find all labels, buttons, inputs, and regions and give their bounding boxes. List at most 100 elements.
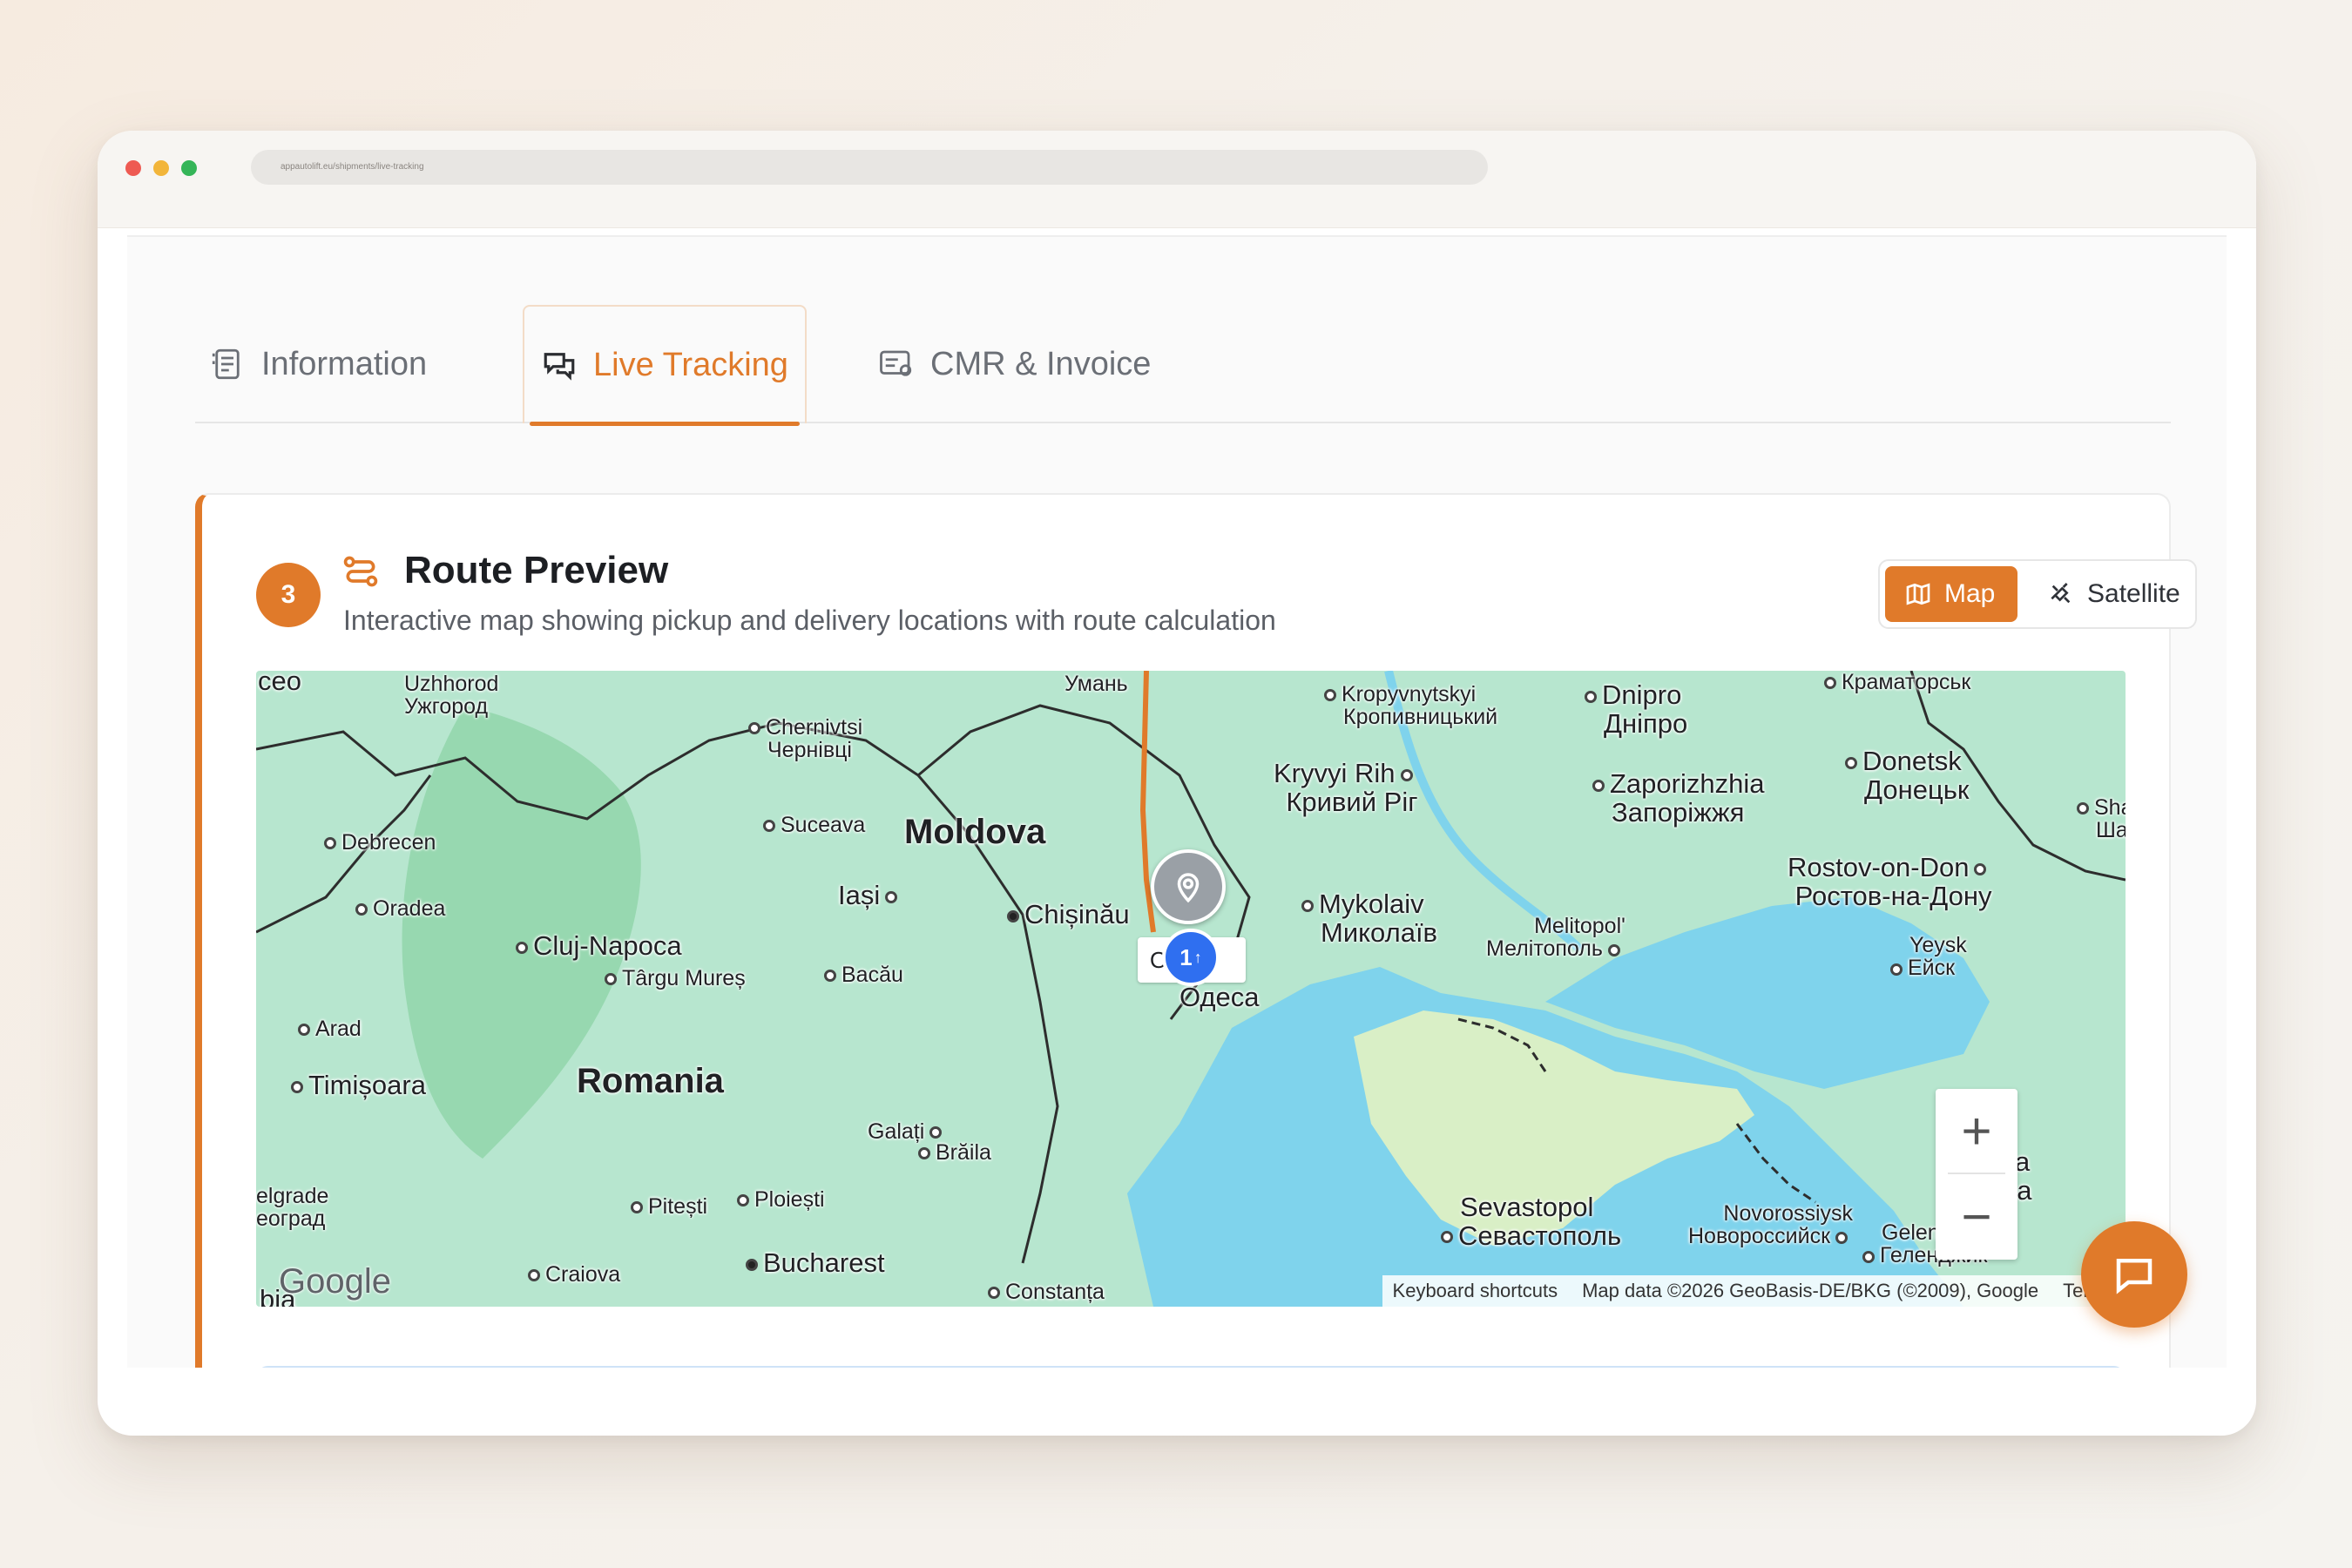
map-label-kryvyi-rih-latin: Kryvyi Rih: [1274, 758, 1396, 788]
map-label-ceo: ceo: [258, 671, 301, 696]
map-label-arad-text: Arad: [315, 1017, 362, 1041]
tab-bar: Information Live Tracking CMR & Invoice: [195, 305, 2171, 426]
map-view-button[interactable]: Map: [1885, 566, 2017, 622]
map-label-cluj: Cluj-Napoca: [516, 931, 682, 961]
route-map[interactable]: ceo Uzhhorod Ужгород Chernivtsi Чернівці У…: [256, 671, 2126, 1307]
map-label-melitopol: Melitopol' Мелітополь: [1486, 915, 1625, 961]
map-label-donetsk-latin: Donetsk: [1862, 746, 1962, 776]
card-title: Route Preview: [404, 549, 669, 591]
map-label-zaporizhzhia-latin: Zaporizhzhia: [1610, 768, 1765, 799]
map-label-oradea: Oradea: [355, 897, 445, 920]
page-content: Information Live Tracking CMR & Invoice …: [127, 235, 2227, 1368]
map-label-braila: Brăila: [918, 1141, 991, 1164]
border-line: [256, 721, 1059, 1264]
maximize-window-icon[interactable]: [181, 160, 197, 176]
map-label-bacau-text: Bacău: [841, 963, 903, 987]
map-label-dnipro-latin: Dnipro: [1602, 679, 1682, 710]
map-label-kropyvnytskyi-cyrillic: Кропивницький: [1343, 705, 1498, 730]
map-label-uzhhorod: Uzhhorod Ужгород: [404, 672, 498, 719]
step-number-badge: 3: [256, 563, 321, 627]
chat-bubbles-icon: [544, 353, 575, 381]
map-label-oradea-text: Oradea: [373, 896, 446, 921]
map-label-braila-text: Brăila: [936, 1140, 991, 1165]
map-label-zaporizhzhia-cyrillic: Запоріжжя: [1612, 796, 1745, 828]
zoom-out-button[interactable]: −: [1936, 1174, 2017, 1258]
map-label-craiova-text: Craiova: [545, 1262, 621, 1287]
close-window-icon[interactable]: [125, 160, 141, 176]
route-icon: [343, 556, 378, 587]
tab-information[interactable]: Information: [209, 305, 427, 423]
satellite-view-button[interactable]: Satellite: [2028, 566, 2200, 622]
map-label-moldova: Moldova: [904, 813, 1046, 851]
route-summary-panel: [256, 1366, 2126, 1368]
map-label-sha-cyrillic: Ша: [2096, 818, 2126, 843]
map-label-mykolaiv-latin: Mykolaiv: [1319, 889, 1424, 919]
card-subtitle: Interactive map showing pickup and deliv…: [343, 605, 1276, 636]
map-label-donetsk-cyrillic: Донецьк: [1864, 774, 1970, 805]
tab-cmr-invoice[interactable]: CMR & Invoice: [878, 305, 1151, 423]
tab-live-tracking[interactable]: Live Tracking: [523, 305, 807, 426]
minimize-window-icon[interactable]: [153, 160, 169, 176]
map-label-yeysk: Yeysk Ейск: [1890, 934, 1967, 980]
map-label-sevastopol: Sevastopol Севастополь: [1441, 1193, 1621, 1250]
keyboard-shortcuts-link[interactable]: Keyboard shortcuts: [1393, 1280, 1558, 1302]
map-label-chernivtsi-latin: Chernivtsi: [766, 715, 863, 740]
map-label-uzhhorod-latin: Uzhhorod: [404, 672, 499, 696]
map-label-chernivtsi-cyrillic: Чернівці: [767, 738, 852, 763]
tab-live-tracking-label: Live Tracking: [593, 346, 788, 383]
invoice-icon: [880, 350, 912, 376]
route-preview-card: 3 Route Preview Interactive map showing …: [195, 493, 2197, 1368]
map-label-yeysk-cyrillic: Ейск: [1908, 956, 1956, 981]
chat-icon: [2116, 1259, 2153, 1294]
map-label-debrecen: Debrecen: [324, 831, 436, 854]
map-label-kramatorsk: Краматорськ: [1824, 671, 1970, 693]
location-pin-marker[interactable]: [1151, 849, 1226, 924]
map-label-arad: Arad: [298, 1017, 362, 1040]
map-label-elgrade: elgrade еоград: [256, 1185, 328, 1231]
map-label-chernivtsi: Chernivtsi Чернівці: [748, 716, 862, 762]
map-label-iasi-text: Iași: [838, 880, 881, 910]
map-label-ploiesti: Ploiești: [737, 1188, 825, 1211]
map-label-novorossiysk-cyrillic: Новороссийск: [1688, 1224, 1831, 1249]
document-list-icon: [212, 348, 240, 380]
map-label-donetsk: Donetsk Донецьк: [1845, 747, 1969, 804]
map-label-novorossiysk: Novorossiysk Новороссийск: [1688, 1202, 1853, 1248]
map-label-debrecen-text: Debrecen: [341, 830, 436, 855]
tab-information-label: Information: [261, 345, 428, 382]
browser-titlebar: appautolift.eu/shipments/live-tracking: [98, 131, 2256, 228]
map-label-kryvyi-rih-cyrillic: Кривий Ріг: [1286, 786, 1418, 817]
map-label-romania: Romania: [577, 1062, 724, 1100]
map-label-melitopol-cyrillic: Мелітополь: [1486, 936, 1603, 962]
map-label-targu-mures: Târgu Mureș: [605, 967, 746, 990]
marker-cluster-count: 1: [1179, 943, 1193, 970]
satellite-icon: [2051, 583, 2071, 604]
map-label-elgrade-latin: elgrade: [256, 1184, 329, 1208]
map-label-kropyvnytskyi-latin: Kropyvnytskyi: [1342, 682, 1477, 706]
map-icon: [1906, 583, 1930, 605]
map-label-galati-text: Galați: [868, 1119, 925, 1144]
tab-cmr-invoice-label: CMR & Invoice: [930, 345, 1152, 382]
map-label-elgrade-cyrillic: еоград: [256, 1206, 326, 1232]
map-label-kramatorsk-cyrillic: Краматорськ: [1842, 671, 1971, 694]
map-label-ploiesti-text: Ploiești: [754, 1187, 825, 1212]
map-label-bacau: Bacău: [824, 963, 903, 986]
map-label-constanta-text: Constanța: [1005, 1280, 1105, 1304]
map-label-chisinau: Chișinău: [1007, 900, 1130, 929]
google-logo: Google: [279, 1262, 391, 1301]
map-label-pitesti-text: Pitești: [648, 1194, 708, 1219]
map-label-bucharest-text: Bucharest: [763, 1247, 885, 1278]
map-label-constanta: Constanța: [988, 1281, 1105, 1303]
browser-window: appautolift.eu/shipments/live-tracking I…: [98, 131, 2256, 1436]
map-label-timisoara: Timișoara: [291, 1071, 426, 1100]
marker-cluster[interactable]: 1 ↑: [1162, 929, 1220, 986]
map-label-suceava: Suceava: [763, 814, 865, 836]
map-label-rostov-cyrillic: Ростов-на-Дону: [1794, 880, 1992, 911]
zoom-in-button[interactable]: +: [1936, 1089, 2017, 1173]
address-bar[interactable]: appautolift.eu/shipments/live-tracking: [251, 150, 1488, 185]
map-label-kryvyi-rih: Kryvyi Rih Кривий Ріг: [1274, 758, 1418, 817]
map-label-mykolaiv: Mykolaiv Миколаїв: [1301, 889, 1437, 947]
map-label-zaporizhzhia: Zaporizhzhia Запоріжжя: [1592, 768, 1765, 828]
map-data-credit: Map data ©2026 GeoBasis-DE/BKG (©2009), …: [1582, 1280, 2039, 1301]
chat-support-button[interactable]: [2081, 1221, 2187, 1328]
map-label-suceava-text: Suceava: [781, 813, 866, 837]
